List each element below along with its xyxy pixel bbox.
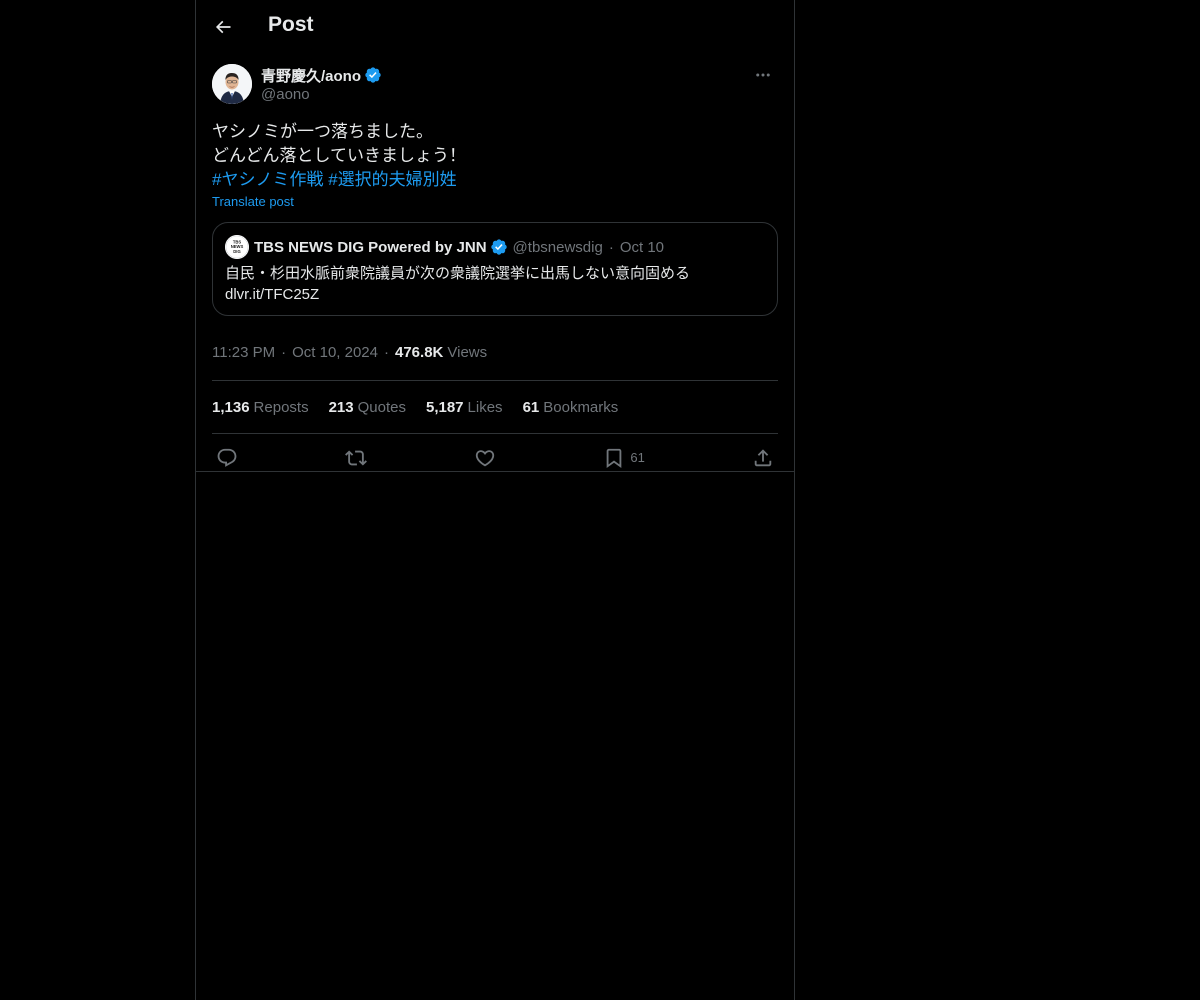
separator-dot: · (281, 343, 287, 361)
bookmark-button[interactable]: 61 (603, 447, 645, 469)
quoted-post-date: Oct 10 (619, 238, 665, 256)
hashtag-link[interactable]: #選択的夫婦別姓 (328, 170, 456, 189)
repost-button[interactable] (345, 447, 368, 469)
quoted-post-header: TBS NEWS DIG TBS NEWS DIG Powered by JNN… (225, 235, 664, 259)
quotes-stat[interactable]: 213 Quotes (329, 399, 406, 416)
quoted-post-link: dlvr.it/TFC25Z (225, 286, 320, 303)
back-button[interactable] (206, 10, 240, 44)
verified-badge-icon (490, 238, 508, 256)
quoted-post-author-name: TBS NEWS DIG Powered by JNN (254, 238, 487, 256)
bookmark-icon (607, 448, 622, 468)
likes-label: Likes (467, 398, 503, 416)
share-icon (754, 448, 772, 466)
author-name[interactable]: 青野慶久/aono (261, 65, 361, 86)
repost-icon (345, 450, 368, 465)
post-author-row: 青野慶久/aono @aono (212, 64, 778, 108)
post-actions: 61 (212, 434, 778, 481)
post-text-line: どんどん落としていきましょう！ (212, 146, 466, 165)
quoted-post-text: 自民・杉田水脈前衆院議員が次の衆議院選挙に出馬しない意向固める dlvr.it/… (225, 263, 690, 305)
heart-icon (476, 449, 495, 466)
primary-column: Post 青野慶久/aono @aono ヤシノミが一つ落ちました。 どんどん落… (195, 0, 795, 1000)
post-meta: 11:23 PM · Oct 10, 2024 · 476.8K Views (212, 334, 778, 381)
post-text: ヤシノミが一つ落ちました。 どんどん落としていきましょう！ #ヤシノミ作戦 #選… (212, 120, 778, 192)
bookmarks-label: Bookmarks (543, 398, 619, 416)
arrow-left-icon (215, 20, 231, 34)
quoted-post-avatar: TBS NEWS DIG (225, 235, 249, 259)
bookmarks-count: 61 (522, 398, 540, 416)
verified-badge-icon[interactable] (364, 66, 382, 84)
quoted-post[interactable]: TBS NEWS DIG TBS NEWS DIG Powered by JNN… (212, 222, 778, 316)
views-count: 476.8K (395, 343, 444, 361)
page-title: Post (268, 13, 314, 36)
reply-icon (217, 448, 237, 467)
bookmarks-stat[interactable]: 61 Bookmarks (523, 399, 619, 416)
post-bottom-divider (196, 471, 794, 472)
quoted-post-handle: @tbsnewsdig (512, 238, 603, 256)
post-text-line: ヤシノミが一つ落ちました。 (212, 122, 433, 141)
reposts-label: Reposts (253, 398, 309, 416)
reposts-count: 1,136 (212, 398, 250, 416)
hashtag-link[interactable]: #ヤシノミ作戦 (212, 170, 323, 189)
quoted-post-headline: 自民・杉田水脈前衆院議員が次の衆議院選挙に出馬しない意向固める (225, 265, 691, 282)
like-button[interactable] (474, 447, 496, 469)
author-handle[interactable]: @aono (261, 86, 310, 103)
more-horizontal-icon (756, 73, 770, 77)
avatar-image (212, 64, 252, 104)
quotes-label: Quotes (357, 398, 406, 416)
share-button[interactable] (752, 447, 774, 469)
reply-button[interactable] (216, 447, 238, 469)
avatar[interactable] (212, 64, 252, 104)
bookmark-count: 61 (630, 450, 645, 465)
post-time[interactable]: 11:23 PM (212, 344, 275, 361)
author-name-row: 青野慶久/aono (261, 65, 382, 85)
views-label: Views (447, 343, 488, 361)
more-options-button[interactable] (748, 64, 778, 86)
translate-post-link[interactable]: Translate post (212, 194, 294, 209)
page-header: Post (196, 0, 794, 54)
quotes-count: 213 (328, 398, 354, 416)
tbs-news-dig-logo: TBS NEWS DIG (225, 235, 249, 259)
reposts-stat[interactable]: 1,136 Reposts (212, 399, 309, 416)
likes-count: 5,187 (425, 398, 464, 416)
post-date[interactable]: Oct 10, 2024 (292, 344, 378, 361)
post-stats: 1,136 Reposts 213 Quotes 5,187 Likes 61 Book… (212, 381, 778, 434)
post: 青野慶久/aono @aono ヤシノミが一つ落ちました。 どんどん落としていき… (212, 64, 778, 481)
post-hashtags: #ヤシノミ作戦 #選択的夫婦別姓 (212, 168, 778, 192)
svg-text:DIG: DIG (233, 249, 240, 254)
separator-dot: · (608, 238, 614, 256)
likes-stat[interactable]: 5,187 Likes (426, 399, 503, 416)
separator-dot: · (384, 343, 389, 361)
